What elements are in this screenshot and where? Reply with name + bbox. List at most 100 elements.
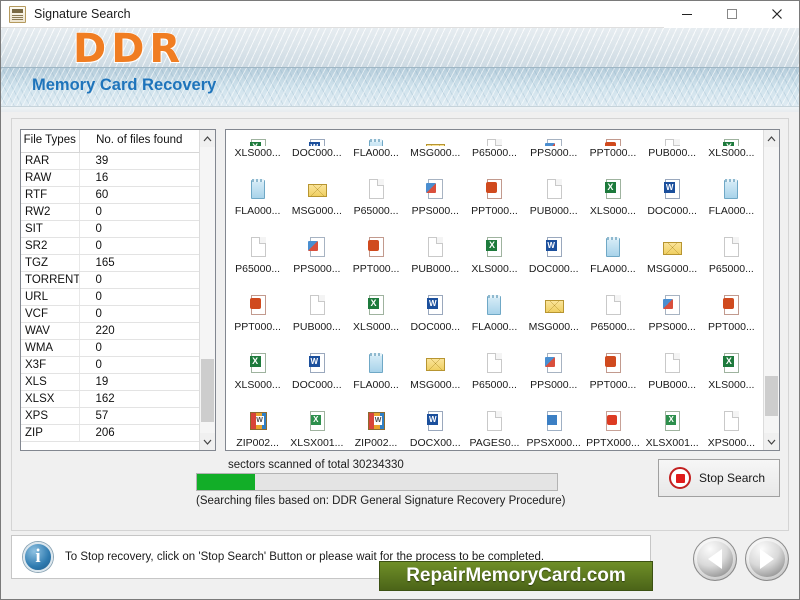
file-item[interactable]: PPT000... [465,178,524,218]
file-item[interactable]: XPS000... [702,410,761,450]
table-row[interactable]: SR20 [21,237,199,254]
next-arrow-icon[interactable] [745,537,789,581]
file-item[interactable]: DOC000... [524,236,583,276]
table-row[interactable]: XLSX162 [21,390,199,407]
cell-file-type: RTF [21,186,79,203]
chevron-up-icon[interactable] [200,130,215,147]
file-item[interactable]: FLA000... [465,294,524,334]
file-item[interactable]: MSG000... [287,178,346,218]
file-item[interactable]: XLS000... [702,138,761,160]
file-item[interactable]: PPS000... [524,138,583,160]
stop-search-button[interactable]: Stop Search [658,459,780,497]
table-row[interactable]: X3F0 [21,356,199,373]
table-row[interactable]: VCF0 [21,305,199,322]
file-types-scrollbar[interactable] [199,130,215,450]
cell-files-found: 0 [79,288,199,305]
file-item-label: XLSX001... [290,437,343,450]
file-item[interactable]: PPS000... [643,294,702,334]
chevron-down-icon[interactable] [764,433,779,450]
file-item[interactable]: XLSX001... [287,410,346,450]
chevron-up-icon[interactable] [764,130,779,147]
file-item[interactable]: P65000... [346,178,405,218]
found-files-scrollbar[interactable] [763,130,779,450]
file-item[interactable]: PPSX000... [524,410,583,450]
file-item[interactable]: XLS000... [228,138,287,160]
found-files-grid[interactable]: XLS000...DOC000...FLA000...MSG000...P650… [226,130,763,450]
table-row[interactable]: TGZ165 [21,254,199,271]
table-row[interactable]: RW20 [21,203,199,220]
file-item[interactable]: XLS000... [346,294,405,334]
table-row[interactable]: XPS57 [21,407,199,424]
file-item[interactable]: PPT000... [583,138,642,160]
minimize-icon[interactable] [664,1,709,28]
file-item[interactable]: PUB000... [524,178,583,218]
found-files-panel[interactable]: XLS000...DOC000...FLA000...MSG000...P650… [225,129,780,451]
file-item[interactable]: PPTX000... [583,410,642,450]
file-item[interactable]: MSG000... [643,236,702,276]
file-item[interactable]: ZIP002... [346,410,405,450]
cell-file-type: URL [21,288,79,305]
file-item[interactable]: PPT000... [583,352,642,392]
file-types-scroll-thumb[interactable] [201,359,214,422]
file-types-scroll-track[interactable] [200,147,215,433]
file-item[interactable]: P65000... [583,294,642,334]
file-item[interactable]: DOC000... [406,294,465,334]
file-item[interactable]: PPT000... [346,236,405,276]
file-item[interactable]: PPS000... [524,352,583,392]
file-item[interactable]: P65000... [465,352,524,392]
file-item[interactable]: ZIP002... [228,410,287,450]
chevron-down-icon[interactable] [200,433,215,450]
table-row[interactable]: ZIP206 [21,424,199,441]
table-row[interactable]: XLS19 [21,373,199,390]
table-row[interactable]: SIT0 [21,220,199,237]
maximize-icon[interactable] [709,1,754,28]
file-item[interactable]: DOC000... [643,178,702,218]
file-item-label: XLSX001... [646,437,699,450]
file-item[interactable]: MSG000... [406,352,465,392]
file-item[interactable]: P65000... [228,236,287,276]
file-item[interactable]: PUB000... [643,352,702,392]
table-row[interactable]: RAR39 [21,152,199,169]
file-item[interactable]: PPT000... [702,294,761,334]
file-item[interactable]: DOC000... [287,352,346,392]
found-files-scroll-thumb[interactable] [765,376,778,416]
file-item[interactable]: MSG000... [524,294,583,334]
file-item[interactable]: XLSX001... [643,410,702,450]
ppt-file-icon [482,178,506,204]
file-item[interactable]: PUB000... [406,236,465,276]
file-item[interactable]: PPT000... [228,294,287,334]
file-item-label: DOC000... [410,321,460,334]
table-row[interactable]: RTF60 [21,186,199,203]
table-row[interactable]: WMA0 [21,339,199,356]
file-item[interactable]: FLA000... [346,138,405,160]
file-item[interactable]: DOCX00... [406,410,465,450]
file-item[interactable]: FLA000... [346,352,405,392]
previous-arrow-icon[interactable] [693,537,737,581]
brand-badge[interactable]: RepairMemoryCard.com [379,561,653,591]
file-item[interactable]: XLS000... [228,352,287,392]
table-row[interactable]: WAV220 [21,322,199,339]
file-item[interactable]: XLS000... [583,178,642,218]
file-item[interactable]: FLA000... [702,178,761,218]
file-item[interactable]: PAGES0... [465,410,524,450]
file-item[interactable]: PUB000... [643,138,702,160]
table-row[interactable]: URL0 [21,288,199,305]
file-item[interactable]: PUB000... [287,294,346,334]
table-row[interactable]: RAW16 [21,169,199,186]
file-item[interactable]: PPS000... [287,236,346,276]
file-item[interactable]: FLA000... [583,236,642,276]
file-item[interactable]: PPS000... [406,178,465,218]
file-item[interactable]: DOC000... [287,138,346,160]
found-files-scroll-track[interactable] [764,147,779,433]
file-icon-row: PPT000...PUB000...XLS000...DOC000...FLA0… [228,276,761,334]
table-row[interactable]: TORRENT0 [21,271,199,288]
file-item[interactable]: MSG000... [406,138,465,160]
file-item[interactable]: P65000... [465,138,524,160]
close-icon[interactable] [754,1,799,28]
file-item-label: PPTX000... [586,437,640,450]
brand-label: RepairMemoryCard.com [406,565,626,587]
file-item[interactable]: XLS000... [465,236,524,276]
file-item[interactable]: XLS000... [702,352,761,392]
file-item[interactable]: FLA000... [228,178,287,218]
file-item[interactable]: P65000... [702,236,761,276]
